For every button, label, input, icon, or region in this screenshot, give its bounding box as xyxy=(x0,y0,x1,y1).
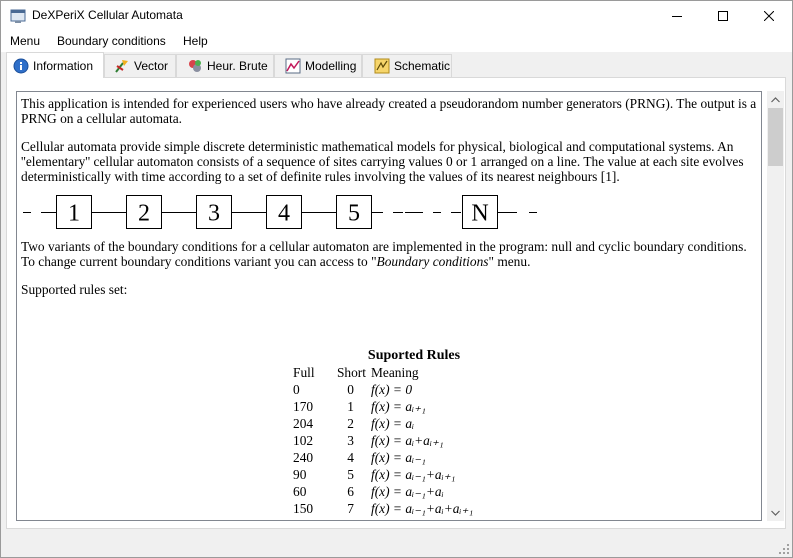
header-meaning: Meaning xyxy=(371,365,419,380)
window-title: DeXPeriX Cellular Automata xyxy=(32,8,183,22)
menu-item-boundary-conditions[interactable]: Boundary conditions xyxy=(57,34,166,48)
tab-label: Modelling xyxy=(305,59,357,73)
app-window: DeXPeriX Cellular Automata Menu Boundary… xyxy=(0,0,793,558)
tab-modelling[interactable]: Modelling xyxy=(274,54,362,77)
info-text: This application is intended for experie… xyxy=(21,96,759,297)
diagram-cell-4: 4 xyxy=(278,201,290,227)
chevron-up-icon xyxy=(771,96,780,102)
tab-schematic[interactable]: Schematic xyxy=(362,54,452,77)
rules-row: 240 4 f(x) = aᵢ₋₁ xyxy=(293,450,426,465)
scroll-up-button[interactable] xyxy=(767,91,784,108)
tab-label: Vector xyxy=(134,59,169,73)
close-button[interactable] xyxy=(746,1,792,31)
status-bar xyxy=(1,536,792,557)
tab-strip: Information Vector Heur. Brute Modelling… xyxy=(1,52,792,78)
rules-row: 102 3 f(x) = aᵢ+aᵢ₊₁ xyxy=(293,433,444,448)
rules-intro: Supported rules set: xyxy=(21,282,128,297)
diagram-cell-n: N xyxy=(471,201,488,227)
vertical-scrollbar[interactable] xyxy=(767,91,784,521)
description-paragraph: Cellular automata provide simple discret… xyxy=(21,139,744,184)
diagram-cell-1: 1 xyxy=(68,201,80,227)
scroll-thumb[interactable] xyxy=(768,108,783,166)
header-short: Short xyxy=(336,365,366,380)
maximize-button[interactable] xyxy=(700,1,746,31)
diagram-cell-5: 5 xyxy=(348,201,360,227)
menu-item-help[interactable]: Help xyxy=(183,34,208,48)
close-icon xyxy=(764,11,774,21)
schematic-icon xyxy=(374,58,390,74)
menu-bar: Menu Boundary conditions Help xyxy=(1,31,792,52)
tab-vector[interactable]: Vector xyxy=(104,54,176,77)
scroll-down-button[interactable] xyxy=(767,504,784,521)
modelling-icon xyxy=(285,58,301,74)
diagram-cell-3: 3 xyxy=(208,201,220,227)
automaton-diagram: 1 2 3 4 5 N xyxy=(23,195,537,229)
diagram-cell-2: 2 xyxy=(138,201,150,227)
rules-row: 150 7 f(x) = aᵢ₋₁+aᵢ+aᵢ₊₁ xyxy=(293,501,474,516)
rules-header-row: Full Short Meaning xyxy=(289,365,509,382)
tab-information[interactable]: Information xyxy=(6,52,104,78)
minimize-button[interactable] xyxy=(654,1,700,31)
info-icon xyxy=(13,58,29,73)
header-full: Full xyxy=(293,365,315,380)
rules-row: 0 0 f(x) = 0 xyxy=(293,382,413,397)
tab-label: Heur. Brute xyxy=(207,59,268,73)
heur-brute-icon xyxy=(189,60,201,72)
tab-label: Schematic xyxy=(394,59,451,73)
tab-heur-brute[interactable]: Heur. Brute xyxy=(176,54,274,77)
title-bar[interactable]: DeXPeriX Cellular Automata xyxy=(1,1,792,31)
resize-grip-icon[interactable] xyxy=(778,543,790,555)
rules-row: 60 6 f(x) = aᵢ₋₁+aᵢ xyxy=(293,484,444,499)
minimize-icon xyxy=(672,16,682,17)
rules-title: Suported Rules xyxy=(367,348,461,363)
rules-table: Suported Rules Full Short Meaning 0 0 f(… xyxy=(289,348,509,518)
tab-label: Information xyxy=(33,58,94,73)
info-text-view[interactable]: This application is intended for experie… xyxy=(16,91,762,521)
rules-row: 170 1 f(x) = aᵢ₊₁ xyxy=(293,399,426,414)
maximize-icon xyxy=(718,11,728,21)
rules-row: 90 5 f(x) = aᵢ₋₁+aᵢ₊₁ xyxy=(293,467,456,482)
chevron-down-icon xyxy=(771,510,780,516)
app-window-icon xyxy=(10,9,26,23)
boundary-paragraph: Two variants of the boundary conditions … xyxy=(21,239,747,269)
rules-row: 204 2 f(x) = aᵢ xyxy=(293,416,415,431)
intro-paragraph: This application is intended for experie… xyxy=(21,96,757,126)
information-panel: This application is intended for experie… xyxy=(6,77,786,529)
vector-icon xyxy=(115,60,128,73)
menu-item-menu[interactable]: Menu xyxy=(10,34,40,48)
